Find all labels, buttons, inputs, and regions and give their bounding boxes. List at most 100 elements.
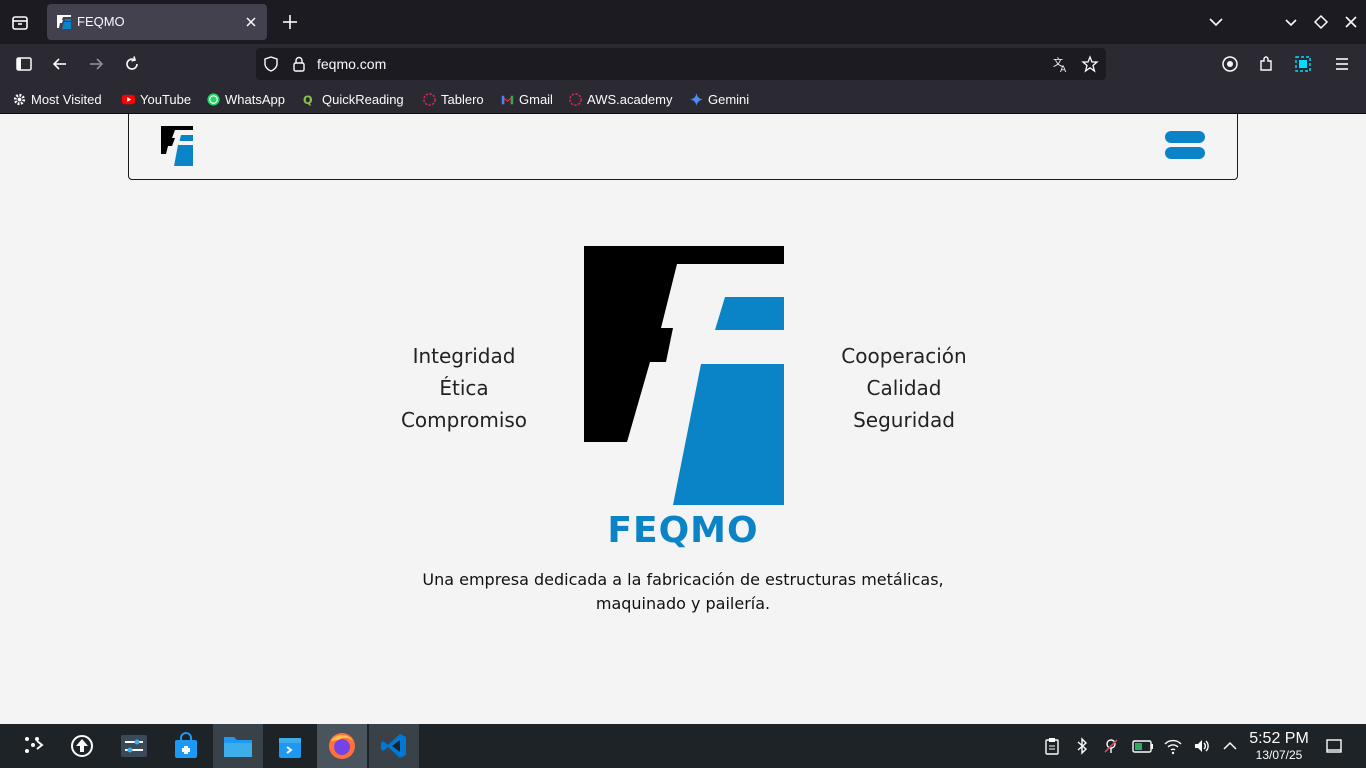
app-menu-icon[interactable] [1332,54,1352,74]
clipboard-icon[interactable] [1043,737,1061,755]
tracking-protection-shield-icon[interactable] [262,55,280,73]
close-window-icon[interactable] [1341,12,1361,32]
url-text[interactable]: feqmo.com [317,56,386,72]
clock-date: 13/07/25 [1255,748,1303,762]
clock-time: 5:52 PM [1249,730,1309,747]
feqmo-logo-large [584,246,784,505]
navigation-toolbar: feqmo.com 文 A [0,44,1366,84]
tagline: Una empresa dedicada a la fabricación de… [383,568,983,616]
tab-list-icon[interactable] [8,10,32,34]
quickreading-icon: Q [303,94,313,107]
extensions-icon[interactable] [1256,54,1276,74]
bookmark-label: Most Visited [31,91,102,107]
reload-icon[interactable] [122,54,142,74]
list-all-tabs-icon[interactable] [1206,12,1226,32]
discover-store[interactable] [161,724,211,768]
update-icon [71,735,93,757]
svg-text:Q: Q [303,94,313,107]
tab-title: FEQMO [77,14,125,29]
back-arrow-icon[interactable] [50,54,70,74]
vscode[interactable] [369,724,419,768]
vscode-icon [381,734,406,758]
bookmark-whatsapp[interactable]: WhatsApp [206,90,285,108]
gmail-icon [501,95,514,104]
bookmark-label: WhatsApp [225,91,285,107]
bookmark-label: Tablero [441,91,484,107]
feqmo-favicon-icon [57,15,71,29]
browser-tab[interactable]: FEQMO [47,4,267,40]
minimize-window-icon[interactable] [1281,12,1301,32]
tagline-line-2: maquinado y pailería. [595,594,771,613]
maximize-window-icon[interactable] [1311,12,1331,32]
bluetooth-icon[interactable] [1073,737,1091,755]
sidebar-toggle-icon[interactable] [14,54,34,74]
menu-toggle-button[interactable] [1165,131,1205,159]
close-tab-icon[interactable] [243,14,259,30]
value-item: Seguridad [853,408,955,432]
system-settings[interactable] [109,724,159,768]
value-item: Compromiso [400,408,528,432]
gemini-icon [689,92,704,106]
site-header [128,114,1238,180]
value-item: Calidad [866,376,942,400]
bookmark-aws-academy[interactable]: AWS.academy [568,90,673,108]
tagline-line-1: Una empresa dedicada a la fabricación de… [422,570,944,589]
bookmark-gemini[interactable]: Gemini [689,90,749,108]
value-item: Integridad [412,344,516,368]
settings-sliders-icon [121,735,147,757]
power-profile-icon[interactable] [1102,737,1120,755]
system-clock[interactable]: 5:52 PM 13/07/25 [1244,730,1314,762]
new-tab-icon[interactable] [280,12,300,32]
bookmark-label: QuickReading [322,91,404,107]
values-right-list: Cooperación Calidad Seguridad [824,340,984,436]
bookmark-label: AWS.academy [587,91,673,107]
bookmarks-toolbar: Most Visited YouTube WhatsApp Q QuickRea… [0,84,1366,114]
svg-text:A: A [1060,65,1067,73]
volume-icon[interactable] [1193,737,1211,755]
gear-icon [13,93,26,105]
dashed-circle-icon [423,92,436,106]
tab-bar: FEQMO [0,0,1366,44]
battery-icon[interactable] [1132,737,1154,755]
brand-name: FEQMO [607,510,759,551]
show-desktop-icon[interactable] [1325,737,1343,755]
feqmo-logo-small[interactable] [161,126,193,166]
bookmark-youtube[interactable]: YouTube [121,90,191,108]
bookmark-label: Gemini [708,91,750,107]
wifi-icon[interactable] [1163,737,1183,755]
package-icon [279,738,301,758]
bookmark-quickreading[interactable]: Q QuickReading [303,90,404,108]
whatsapp-icon [207,92,220,106]
value-item: Ética [439,376,489,400]
web-page: Integridad Ética Compromiso Cooperación … [0,114,1366,724]
firefox[interactable] [317,724,367,768]
value-item: Cooperación [841,344,967,368]
file-manager[interactable] [213,724,263,768]
system-taskbar: 5:52 PM 13/07/25 [0,724,1366,768]
youtube-icon [121,94,136,104]
software-center[interactable] [265,724,315,768]
firefox-icon [329,733,355,759]
forward-arrow-icon[interactable] [86,54,106,74]
store-bag-icon [175,732,197,758]
lock-icon[interactable] [290,55,308,73]
values-left-list: Integridad Ética Compromiso [384,340,544,436]
bookmark-tablero[interactable]: Tablero [422,90,484,108]
address-bar[interactable]: feqmo.com 文 A [256,48,1106,80]
application-launcher[interactable] [8,724,58,768]
launcher-icon [25,737,44,753]
menu-bar-top [1165,131,1205,143]
folder-icon [224,737,252,757]
bookmark-gmail[interactable]: Gmail [500,90,553,108]
tray-expand-chevron-icon[interactable] [1221,737,1239,755]
menu-bar-bottom [1165,147,1205,159]
bookmark-most-visited[interactable]: Most Visited [12,90,102,108]
account-icon[interactable] [1220,54,1240,74]
translate-icon[interactable]: 文 A [1052,55,1070,73]
update-manager[interactable] [57,724,107,768]
bookmark-label: Gmail [519,91,553,107]
bookmark-star-icon[interactable] [1081,55,1099,73]
screenshot-icon[interactable] [1293,54,1313,74]
bookmark-label: YouTube [140,91,192,107]
dashed-circle-icon [569,92,582,106]
